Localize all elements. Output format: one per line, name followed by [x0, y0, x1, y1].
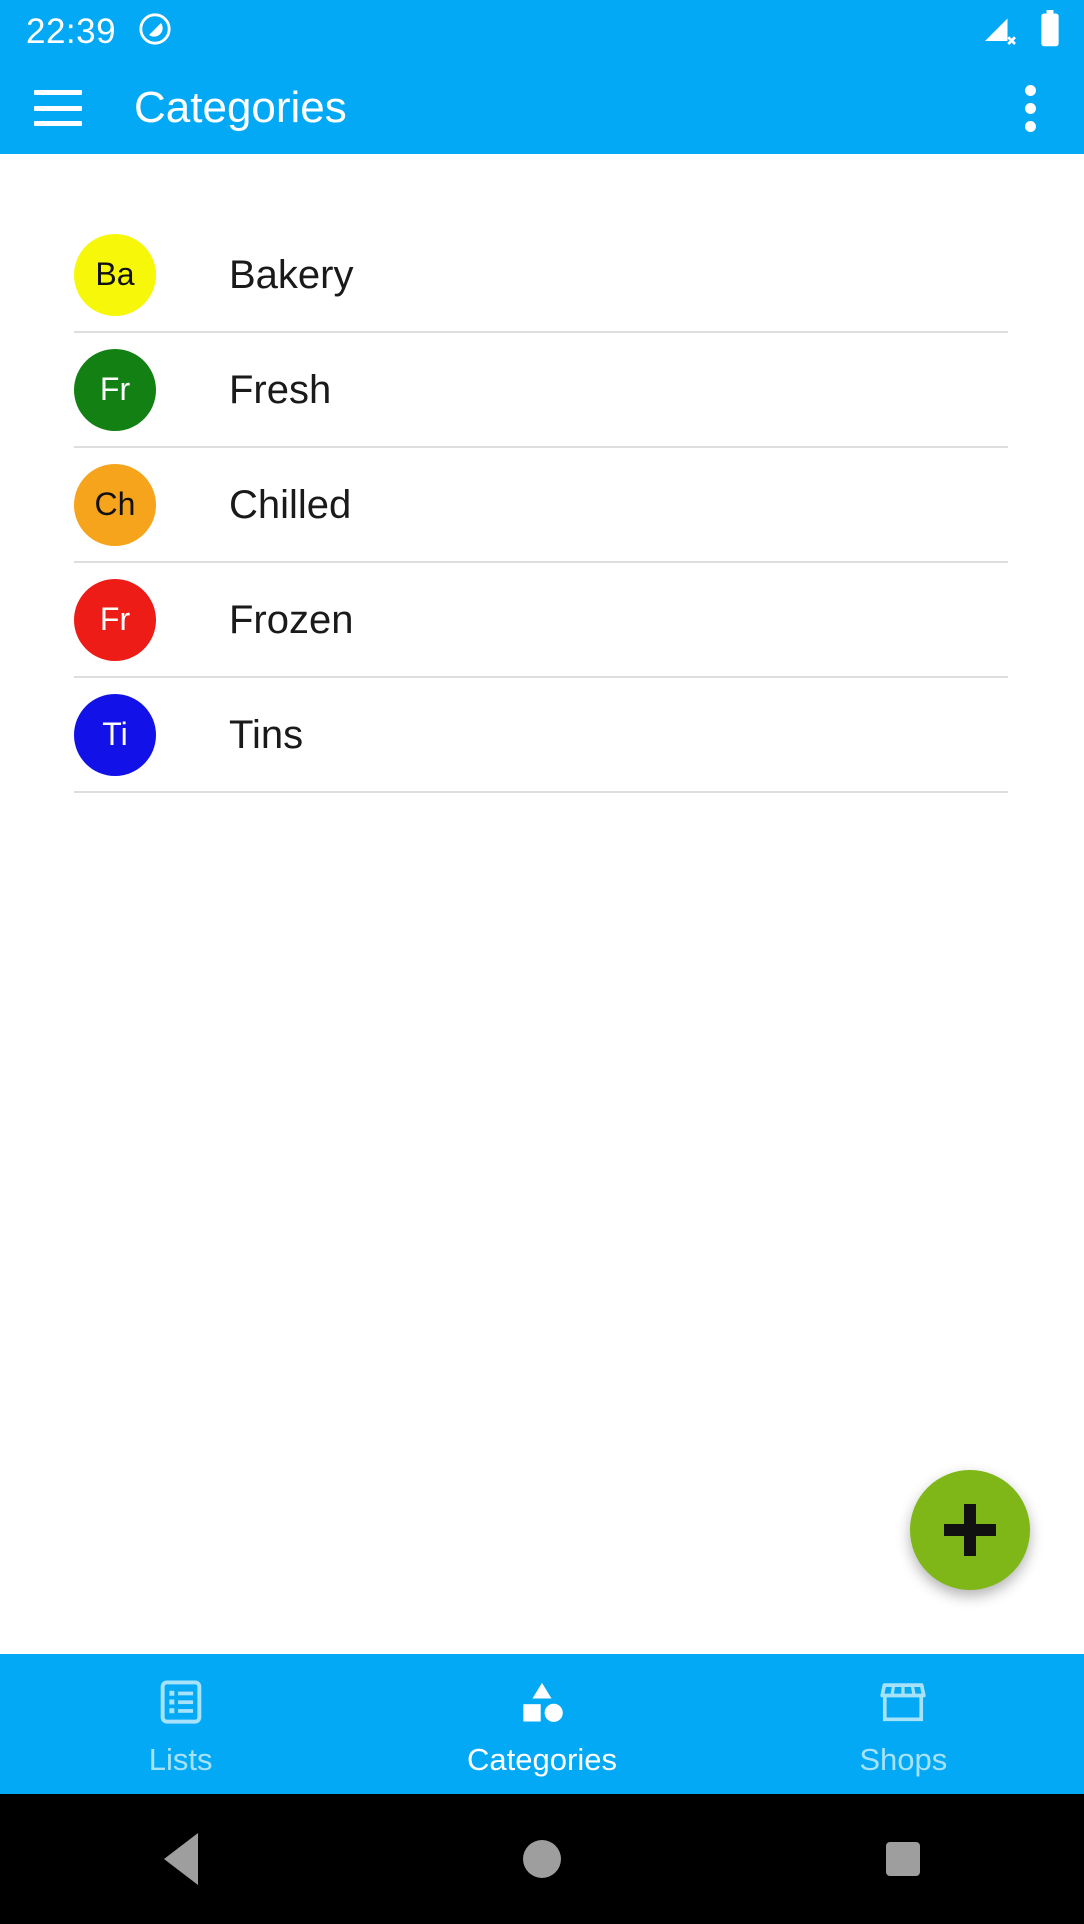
back-triangle-icon: [163, 1833, 198, 1885]
list-item[interactable]: Ba Bakery: [0, 218, 1084, 331]
bottom-navigation: Lists Categories Shops: [0, 1654, 1084, 1794]
more-vert-icon[interactable]: [1002, 78, 1058, 138]
app-bar: Categories: [0, 62, 1084, 154]
plus-icon: [944, 1504, 996, 1556]
status-bar-clock: 22:39: [26, 11, 117, 51]
list-divider: [74, 791, 1008, 793]
tab-lists[interactable]: Lists: [0, 1654, 361, 1794]
tab-shops[interactable]: Shops: [723, 1654, 1084, 1794]
list-item[interactable]: Ti Tins: [0, 678, 1084, 791]
store-icon: [877, 1674, 929, 1730]
phone-screen: 22:39 Categories Ba Bakery Fr Fresh Ch C…: [0, 0, 1084, 1924]
avatar: Ba: [74, 233, 156, 316]
add-category-button[interactable]: [910, 1470, 1030, 1590]
list-item[interactable]: Ch Chilled: [0, 448, 1084, 561]
avatar: Fr: [74, 578, 156, 661]
category-name: Frozen: [229, 597, 354, 642]
home-button[interactable]: [361, 1840, 722, 1878]
category-name: Tins: [229, 712, 304, 757]
avatar-initials: Ba: [95, 256, 135, 292]
back-button[interactable]: [0, 1833, 361, 1885]
android-system-navigation: [0, 1794, 1084, 1924]
avatar: Ch: [74, 463, 156, 546]
category-name: Bakery: [229, 252, 354, 297]
recents-square-icon: [886, 1842, 921, 1876]
avatar: Fr: [74, 348, 156, 431]
tab-categories[interactable]: Categories: [361, 1654, 722, 1794]
tab-label: Shops: [859, 1741, 948, 1777]
hamburger-menu-icon[interactable]: [34, 90, 82, 126]
battery-full-icon: [1038, 9, 1062, 53]
list-item[interactable]: Fr Fresh: [0, 333, 1084, 446]
avatar-initials: Ti: [102, 716, 128, 752]
tab-label: Lists: [148, 1741, 213, 1777]
category-name: Fresh: [229, 367, 332, 412]
status-bar: 22:39: [0, 0, 1084, 62]
status-bar-left: 22:39: [26, 12, 172, 51]
page-title: Categories: [134, 83, 347, 132]
avatar-initials: Fr: [99, 601, 131, 637]
category-list: Ba Bakery Fr Fresh Ch Chilled Fr Frozen …: [0, 154, 1084, 793]
do-not-disturb-icon: [138, 12, 172, 51]
avatar-initials: Fr: [99, 371, 131, 407]
list-icon: [156, 1674, 206, 1730]
avatar-initials: Ch: [94, 486, 136, 522]
shapes-icon: [516, 1674, 568, 1730]
main-content: Ba Bakery Fr Fresh Ch Chilled Fr Frozen …: [0, 154, 1084, 1654]
avatar: Ti: [74, 693, 156, 776]
home-circle-icon: [522, 1840, 561, 1878]
tab-label: Categories: [467, 1741, 617, 1777]
category-name: Chilled: [229, 482, 352, 527]
signal-off-icon: [982, 11, 1018, 52]
list-item[interactable]: Fr Frozen: [0, 563, 1084, 676]
status-bar-right: [982, 9, 1062, 53]
recents-button[interactable]: [723, 1842, 1084, 1876]
